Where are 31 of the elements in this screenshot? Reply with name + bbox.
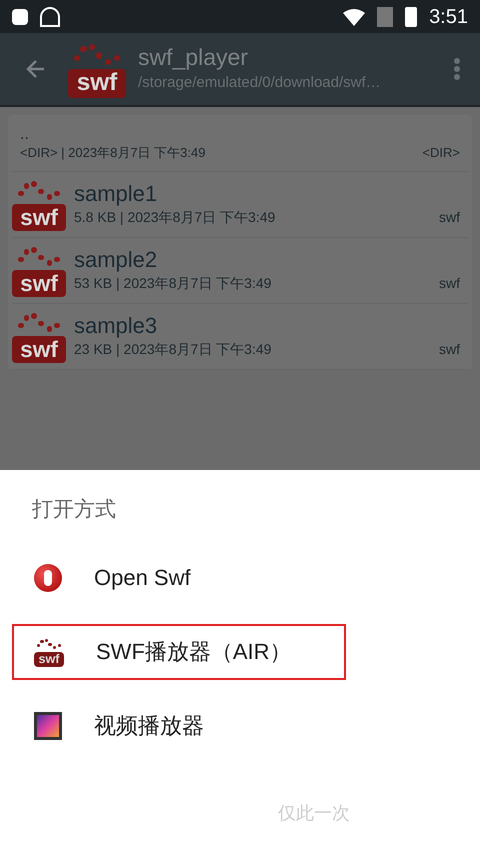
app-option[interactable]: swf SWF播放器（AIR） xyxy=(12,624,346,680)
folder-path: /storage/emulated/0/download/swf… xyxy=(138,73,382,94)
file-row[interactable]: swf sample2 53 KB | 2023年8月7日 下午3:49 swf xyxy=(12,238,468,304)
sheet-title: 打开方式 xyxy=(31,497,117,523)
app-label: SWF播放器（AIR） xyxy=(96,638,292,666)
folder-type: <DIR> xyxy=(422,144,460,162)
more-icon xyxy=(454,58,460,80)
file-details: 23 KB | 2023年8月7日 下午3:49 xyxy=(74,340,272,360)
battery-icon xyxy=(405,6,418,26)
app-option[interactable]: Open Swf xyxy=(12,550,468,606)
file-details: 53 KB | 2023年8月7日 下午3:49 xyxy=(74,274,272,294)
picture-icon xyxy=(34,712,62,740)
clock: 3:51 xyxy=(429,4,468,30)
file-row[interactable]: swf sample1 5.8 KB | 2023年8月7日 下午3:49 swf xyxy=(12,172,468,238)
file-type: swf xyxy=(439,274,460,294)
file-details: 5.8 KB | 2023年8月7日 下午3:49 xyxy=(74,208,276,228)
file-name: sample3 xyxy=(74,312,158,340)
app-logo-icon xyxy=(34,564,62,592)
file-row[interactable]: swf sample3 23 KB | 2023年8月7日 下午3:49 swf xyxy=(12,304,468,370)
folder-details: <DIR> | 2023年8月7日 下午3:49 xyxy=(20,144,206,162)
app-option[interactable]: 视频播放器 xyxy=(12,698,468,754)
app-label: Open Swf xyxy=(94,564,191,592)
parent-folder-name: .. xyxy=(20,127,30,143)
file-name: sample2 xyxy=(74,246,158,274)
app-label: 视频播放器 xyxy=(94,712,204,740)
file-name: sample1 xyxy=(74,180,158,208)
app-title: swf_player xyxy=(138,43,249,72)
wifi-icon xyxy=(343,8,366,26)
more-button[interactable] xyxy=(454,58,460,80)
file-type: swf xyxy=(439,340,460,360)
file-type: swf xyxy=(439,208,460,228)
